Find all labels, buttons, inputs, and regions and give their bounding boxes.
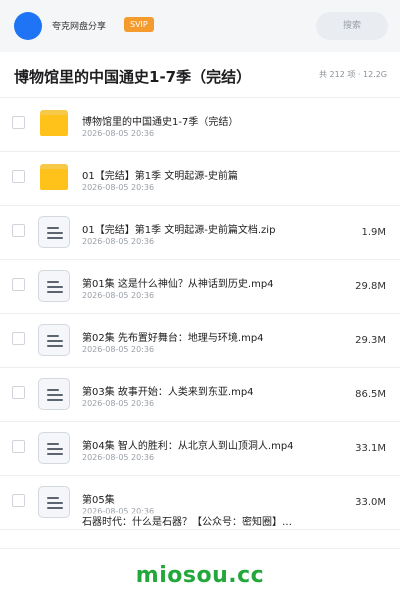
- file-date: 2026-08-05 20:36: [82, 237, 155, 246]
- row-checkbox[interactable]: [12, 278, 25, 291]
- watermark-text: miosou.cc: [135, 563, 265, 588]
- file-name-continued: 石器时代：什么是石器？【公众号：密知圈】…: [82, 513, 322, 528]
- file-date: 2026-08-05 20:36: [82, 345, 155, 354]
- file-size: 29.3M: [355, 335, 386, 346]
- row-checkbox[interactable]: [12, 332, 25, 345]
- top-bar: 夸克网盘分享 SVIP: [0, 0, 400, 52]
- list-item[interactable]: 第05集 2026-08-05 20:36 石器时代：什么是石器？【公众号：密知…: [0, 476, 400, 530]
- file-name: 01【完结】第1季 文明起源-史前篇: [82, 171, 238, 182]
- file-size: 1.9M: [361, 227, 386, 238]
- watermark-footer: miosou.cc: [0, 548, 400, 600]
- document-icon: [38, 270, 70, 302]
- list-item[interactable]: 博物馆里的中国通史1-7季（完结） 2026-08-05 20:36: [0, 98, 400, 152]
- row-checkbox[interactable]: [12, 440, 25, 453]
- document-icon: [38, 324, 70, 356]
- file-name: 第01集 这是什么神仙？从神话到历史.mp4: [82, 279, 274, 290]
- svip-badge: SVIP: [124, 17, 154, 32]
- search-input[interactable]: [316, 12, 388, 40]
- row-checkbox[interactable]: [12, 116, 25, 129]
- row-checkbox[interactable]: [12, 224, 25, 237]
- row-checkbox[interactable]: [12, 170, 25, 183]
- file-name: 博物馆里的中国通史1-7季（完结）: [82, 117, 239, 128]
- file-size: 29.8M: [355, 281, 386, 292]
- file-name: 01【完结】第1季 文明起源-史前篇文档.zip: [82, 225, 276, 236]
- file-date: 2026-08-05 20:36: [82, 183, 155, 192]
- list-item[interactable]: 第03集 故事开始：人类来到东亚.mp4 2026-08-05 20:36 86…: [0, 368, 400, 422]
- file-list: 博物馆里的中国通史1-7季（完结） 2026-08-05 20:36 01【完结…: [0, 98, 400, 530]
- file-date: 2026-08-05 20:36: [82, 291, 155, 300]
- document-icon: [38, 378, 70, 410]
- folder-icon: [40, 110, 68, 136]
- list-item[interactable]: 第04集 智人的胜利：从北京人到山顶洞人.mp4 2026-08-05 20:3…: [0, 422, 400, 476]
- file-name: 第03集 故事开始：人类来到东亚.mp4: [82, 387, 254, 398]
- share-header: 博物馆里的中国通史1-7季（完结） 共 212 项 · 12.2G: [0, 52, 400, 98]
- document-icon: [38, 216, 70, 248]
- list-item[interactable]: 01【完结】第1季 文明起源-史前篇文档.zip 2026-08-05 20:3…: [0, 206, 400, 260]
- document-icon: [38, 486, 70, 518]
- share-summary: 共 212 项 · 12.2G: [319, 70, 387, 79]
- file-name: 第04集 智人的胜利：从北京人到山顶洞人.mp4: [82, 441, 294, 452]
- list-item[interactable]: 第01集 这是什么神仙？从神话到历史.mp4 2026-08-05 20:36 …: [0, 260, 400, 314]
- file-date: 2026-08-05 20:36: [82, 129, 155, 138]
- file-date: 2026-08-05 20:36: [82, 453, 155, 462]
- document-icon: [38, 432, 70, 464]
- file-size: 33.0M: [355, 497, 386, 508]
- page-title: 博物馆里的中国通史1-7季（完结）: [14, 68, 252, 86]
- file-name: 第05集: [82, 495, 115, 506]
- row-checkbox[interactable]: [12, 494, 25, 507]
- avatar[interactable]: [14, 12, 42, 40]
- list-item[interactable]: 01【完结】第1季 文明起源-史前篇 2026-08-05 20:36: [0, 152, 400, 206]
- list-item[interactable]: 第02集 先布置好舞台：地理与环境.mp4 2026-08-05 20:36 2…: [0, 314, 400, 368]
- row-checkbox[interactable]: [12, 386, 25, 399]
- file-size: 33.1M: [355, 443, 386, 454]
- file-name: 第02集 先布置好舞台：地理与环境.mp4: [82, 333, 264, 344]
- brand-name: 夸克网盘分享: [52, 22, 107, 32]
- file-size: 86.5M: [355, 389, 386, 400]
- file-date: 2026-08-05 20:36: [82, 399, 155, 408]
- folder-icon: [40, 164, 68, 190]
